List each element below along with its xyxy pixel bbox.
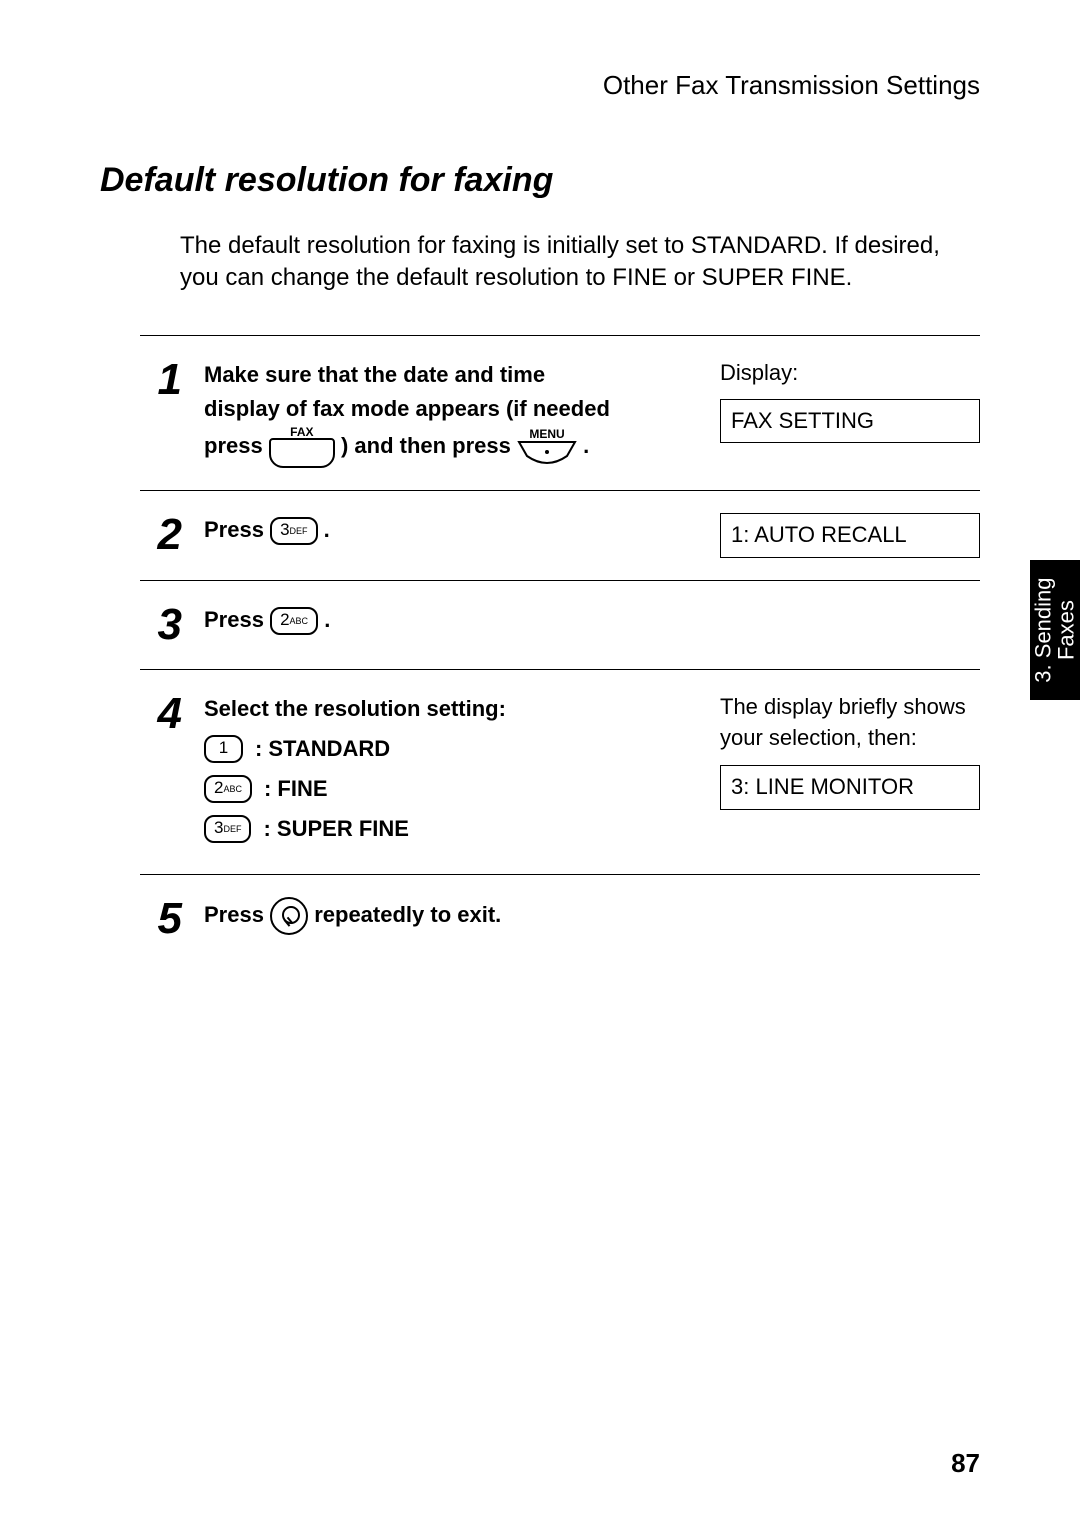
step5-tail: repeatedly to exit. [314,902,501,927]
step-body: Press repeatedly to exit. [204,897,698,935]
option-superfine: 3DEF : SUPER FINE [204,812,698,846]
lcd-box: 1: AUTO RECALL [720,513,980,558]
press-label: press [204,433,263,458]
step-number: 1 [140,358,182,402]
thumb-tab-text: 3. SendingFaxes [1032,577,1078,682]
option-label: : STANDARD [255,732,390,766]
key-1-icon: 1 [204,735,243,763]
side-note: The display briefly shows your selection… [720,692,980,754]
key-digit: 3 [280,520,289,539]
press-label: Press [204,902,264,927]
option-label: : SUPER FINE [263,812,408,846]
step-2: 2 Press 3DEF . 1: AUTO RECALL [140,490,980,580]
display-label: Display: [720,358,980,389]
key-sub: DEF [290,526,308,536]
and-then-press-label: ) and then press [341,433,511,458]
step1-line3: press FAX ) and then press MENU . [204,426,698,468]
step-body: Press 2ABC . [204,603,698,637]
press-label: Press [204,607,264,632]
step-body: Press 3DEF . [204,513,698,547]
option-label: : FINE [264,772,328,806]
key-2-icon: 2ABC [270,607,318,635]
step-side: The display briefly shows your selection… [720,692,980,810]
step-number: 5 [140,897,182,941]
step-side: Display: FAX SETTING [720,358,980,444]
step4-lead: Select the resolution setting: [204,692,698,726]
page-number: 87 [951,1448,980,1479]
key-sub: ABC [223,784,242,794]
key-sub: DEF [223,824,241,834]
period: . [583,433,589,458]
option-fine: 2ABC : FINE [204,772,698,806]
fax-key-label: FAX [290,426,313,438]
key-digit: 2 [280,610,289,629]
step-body: Make sure that the date and time display… [204,358,698,468]
menu-key-label: MENU [529,428,564,440]
section-title: Default resolution for faxing [100,161,980,200]
intro-paragraph: The default resolution for faxing is ini… [180,230,980,295]
step-5: 5 Press repeatedly to exit. [140,874,980,963]
key-sub: ABC [290,616,309,626]
fax-key-icon: FAX [269,426,335,468]
stop-key-icon [270,897,308,935]
step-side: 1: AUTO RECALL [720,513,980,558]
key-3-icon: 3DEF [270,517,317,545]
step-body: Select the resolution setting: 1 : STAND… [204,692,698,852]
step-1: 1 Make sure that the date and time displ… [140,335,980,490]
period: . [324,517,330,542]
period: . [324,607,330,632]
key-2-icon: 2ABC [204,775,252,803]
step-number: 4 [140,692,182,736]
chapter-thumb-tab: 3. SendingFaxes [1030,560,1080,700]
lcd-box: 3: LINE MONITOR [720,765,980,810]
press-label: Press [204,517,264,542]
step1-line1: Make sure that the date and time [204,358,698,392]
step-list: 1 Make sure that the date and time displ… [140,335,980,963]
key-3-icon: 3DEF [204,815,251,843]
key-digit: 1 [219,738,228,757]
menu-key-icon: MENU [517,428,577,466]
step-number: 2 [140,513,182,557]
running-head: Other Fax Transmission Settings [100,70,980,101]
step-number: 3 [140,603,182,647]
step1-line2: display of fax mode appears (if needed [204,392,698,426]
lcd-box: FAX SETTING [720,399,980,444]
option-standard: 1 : STANDARD [204,732,698,766]
manual-page: Other Fax Transmission Settings Default … [0,0,1080,1529]
step-4: 4 Select the resolution setting: 1 : STA… [140,669,980,874]
step-3: 3 Press 2ABC . [140,580,980,669]
